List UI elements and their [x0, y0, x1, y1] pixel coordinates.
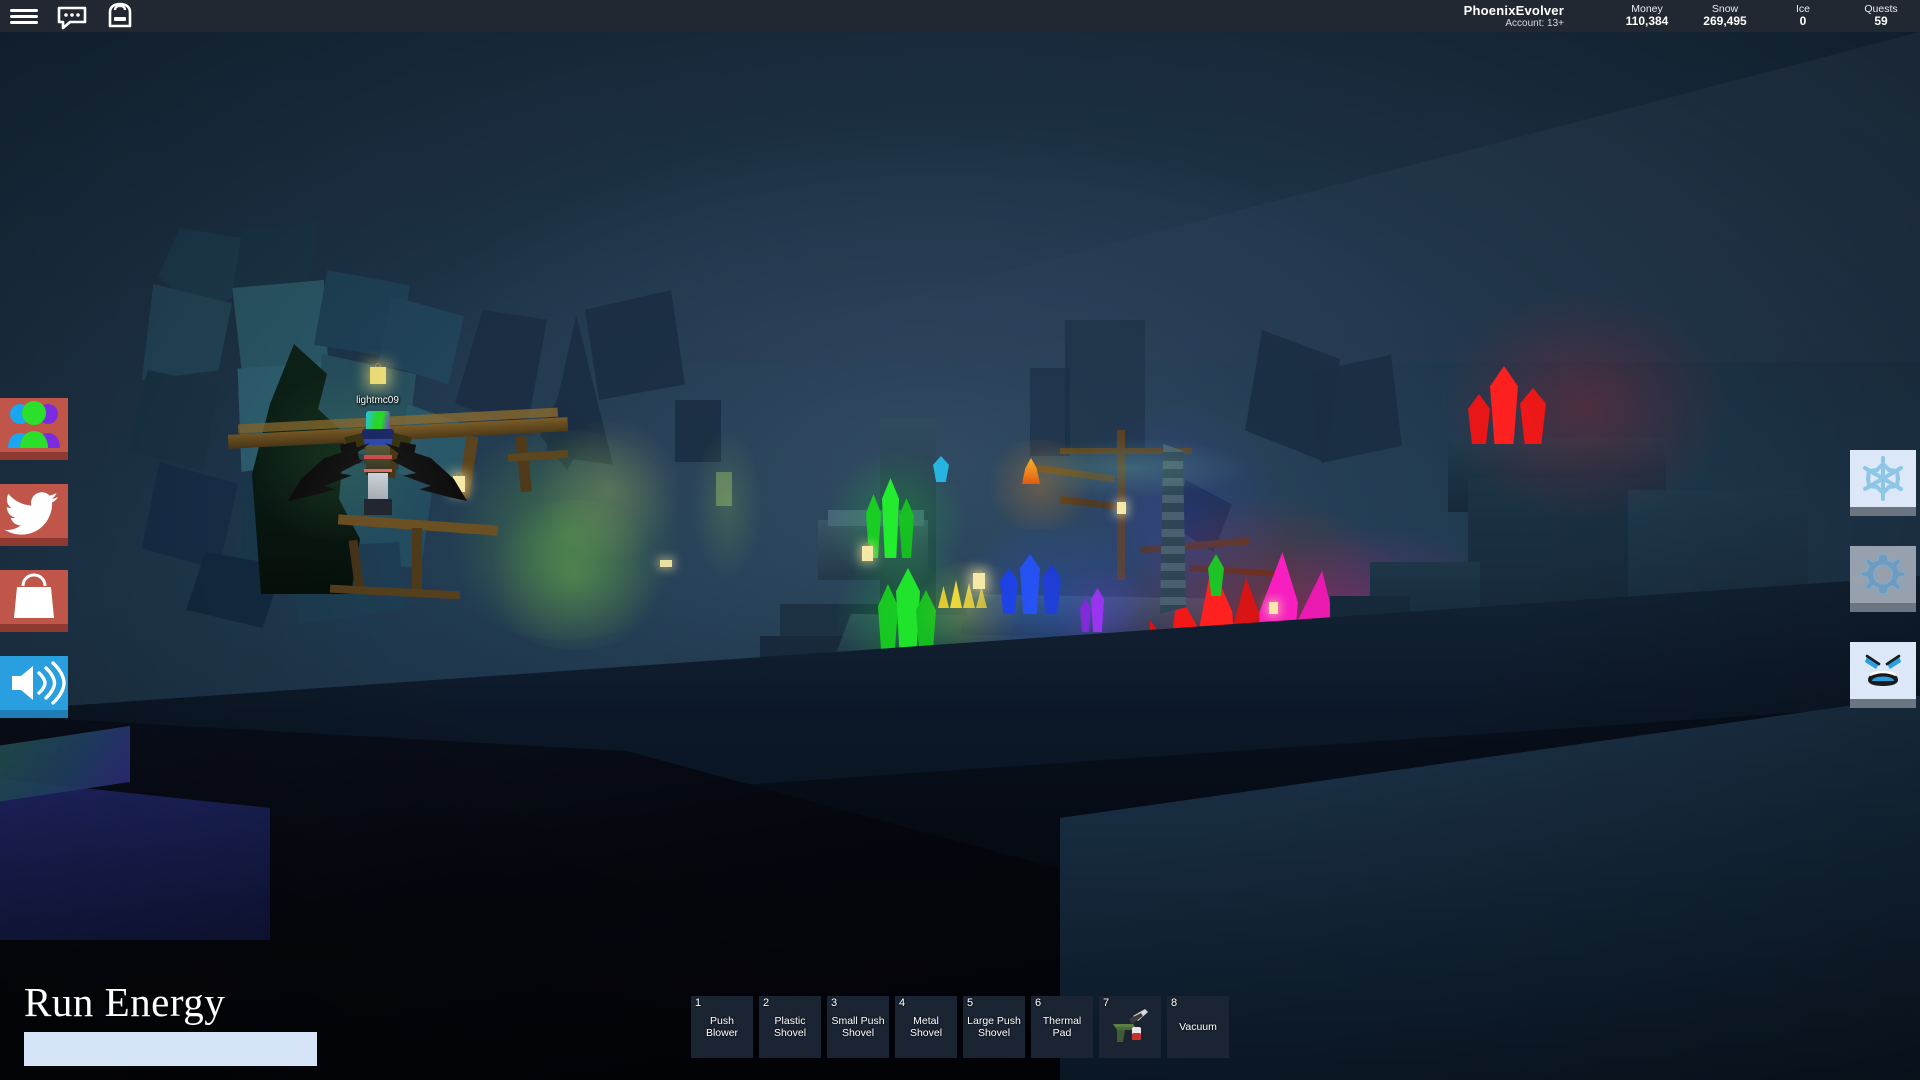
- settings-button[interactable]: [1850, 546, 1916, 612]
- twitter-button[interactable]: [0, 484, 68, 546]
- hotbar-slot-4[interactable]: 4 Metal Shovel: [895, 996, 957, 1058]
- hotbar-slot-number: 1: [695, 997, 702, 1009]
- stat-quests-value: 59: [1874, 14, 1888, 28]
- chat-bubble-icon[interactable]: [48, 0, 96, 32]
- player-nametag: lightmc09: [356, 395, 399, 406]
- hotbar-slot-label: Large Push Shovel: [967, 1015, 1021, 1039]
- roblox-topbar: PhoenixEvolver Account: 13+ Money 110,38…: [0, 0, 1920, 32]
- twitter-bird-icon: [0, 484, 68, 538]
- button-shadow: [0, 710, 68, 718]
- hotbar-slot-label: Metal Shovel: [909, 1015, 943, 1039]
- wall-panel: [1310, 355, 1402, 463]
- lantern: [861, 543, 874, 565]
- button-shadow: [1850, 603, 1916, 612]
- player-username: PhoenixEvolver: [1463, 3, 1564, 18]
- player-character[interactable]: lightmc09: [288, 363, 467, 530]
- group-button[interactable]: [0, 398, 68, 460]
- hotbar-slot-number: 3: [831, 997, 838, 1009]
- hotbar-slot-label: Vacuum: [1179, 1021, 1217, 1033]
- snowflake-icon: [1850, 450, 1916, 507]
- angry-face-icon: [1850, 642, 1916, 699]
- player-account-age: Account: 13+: [1505, 18, 1564, 29]
- hotbar-slot-8[interactable]: 8 Vacuum: [1167, 996, 1229, 1058]
- purple-crystal: [1078, 588, 1108, 632]
- button-shadow: [1850, 507, 1916, 516]
- spray-gun-icon: [1103, 1000, 1157, 1054]
- wall-panel: [585, 290, 685, 400]
- hotbar-slot-number: 6: [1035, 997, 1042, 1009]
- hotbar-slot-number: 5: [967, 997, 974, 1009]
- stat-snow-value: 269,495: [1703, 14, 1747, 28]
- hotbar-slot-3[interactable]: 3 Small Push Shovel: [827, 996, 889, 1058]
- hotbar-slot-7[interactable]: 7: [1099, 996, 1161, 1058]
- stone-column: [1160, 444, 1186, 614]
- right-button-stack: [1850, 450, 1920, 738]
- wall-panel: [1030, 368, 1070, 456]
- snow-button[interactable]: [1850, 450, 1916, 516]
- stat-money-value: 110,384: [1625, 14, 1669, 28]
- run-energy-bar: [24, 1032, 317, 1066]
- hotbar-slot-number: 4: [899, 997, 906, 1009]
- game-viewport[interactable]: lightmc09: [0, 0, 1920, 1080]
- hotbar-slot-2[interactable]: 2 Plastic Shovel: [759, 996, 821, 1058]
- stat-snow: Snow 269,495: [1686, 0, 1764, 28]
- gear-icon: [1850, 546, 1916, 603]
- lantern: [660, 560, 672, 570]
- lantern: [972, 570, 986, 594]
- backpack-icon[interactable]: [96, 0, 144, 32]
- hotbar-slot-number: 2: [763, 997, 770, 1009]
- stat-ice: Ice 0: [1764, 0, 1842, 28]
- stat-money: Money 110,384: [1608, 0, 1686, 28]
- yellow-crystal-cluster: [938, 578, 996, 608]
- hotbar-slot-5[interactable]: 5 Large Push Shovel: [963, 996, 1025, 1058]
- stat-quests: Quests 59: [1842, 0, 1920, 28]
- stat-ice-value: 0: [1799, 14, 1807, 28]
- lantern: [1268, 600, 1279, 618]
- run-energy-widget: Run Energy: [24, 978, 324, 1066]
- wall-panel: [1065, 320, 1145, 450]
- hotbar-slot-label: Plastic Shovel: [773, 1015, 807, 1039]
- button-shadow: [0, 452, 68, 460]
- button-shadow: [1850, 699, 1916, 708]
- wall-light-panel: [716, 472, 732, 506]
- wooden-post: [412, 528, 422, 596]
- run-energy-fill: [24, 1032, 317, 1066]
- lantern: [1116, 500, 1127, 518]
- hotbar-slot-1[interactable]: 1 Push Blower: [691, 996, 753, 1058]
- green-crystal-cluster: [872, 566, 942, 658]
- hotbar-slot-label: Thermal Pad: [1042, 1015, 1082, 1039]
- hotbar-slot-label: Push Blower: [705, 1015, 739, 1039]
- red-crystal-cluster: [1468, 364, 1556, 444]
- shop-button[interactable]: [0, 570, 68, 632]
- hotbar-slot-6[interactable]: 6 Thermal Pad: [1031, 996, 1093, 1058]
- social-button-stack: [0, 398, 68, 742]
- speaker-volume-icon: [0, 656, 68, 710]
- button-shadow: [0, 538, 68, 546]
- run-energy-label: Run Energy: [24, 979, 226, 1025]
- button-shadow: [0, 624, 68, 632]
- game-screen: lightmc09 PhoenixEvolver Account: 13+ Mo…: [0, 0, 1920, 1080]
- player-stats: Money 110,384 Snow 269,495 Ice 0 Quests …: [1608, 0, 1920, 32]
- hotbar-slot-number: 8: [1171, 997, 1178, 1009]
- shopping-bag-icon: [0, 570, 68, 624]
- hotbar-slot-label: Small Push Shovel: [831, 1015, 885, 1039]
- sound-button[interactable]: [0, 656, 68, 718]
- emote-button[interactable]: [1850, 642, 1916, 708]
- group-people-icon: [0, 398, 68, 452]
- blue-crystal-cluster: [1000, 552, 1070, 614]
- wall-panel: [675, 400, 721, 462]
- inventory-hotbar: 1 Push Blower 2 Plastic Shovel 3 Small P…: [691, 996, 1229, 1058]
- hamburger-menu-icon[interactable]: [0, 0, 48, 32]
